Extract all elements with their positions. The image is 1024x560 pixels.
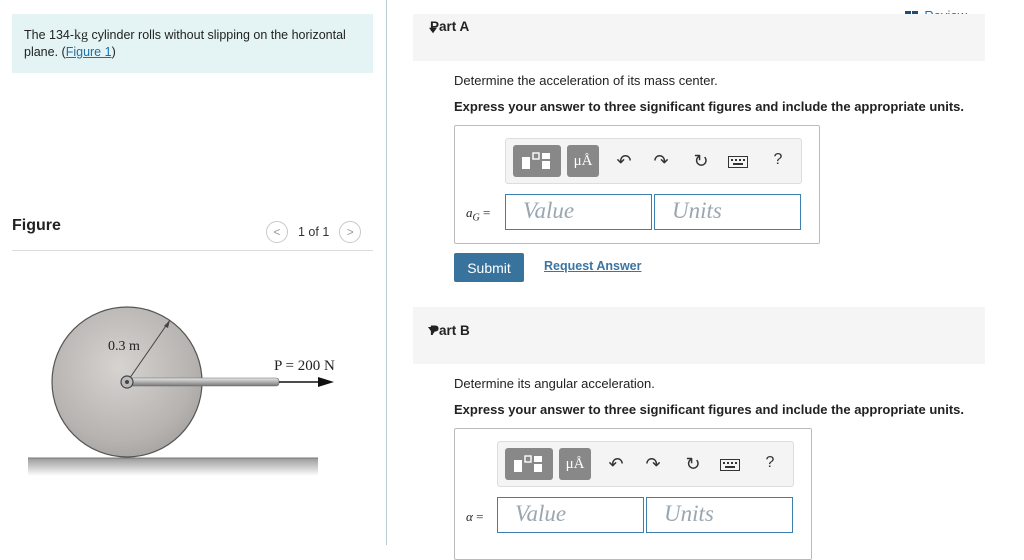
part-b-instruction: Express your answer to three significant… xyxy=(454,402,964,417)
reset-icon[interactable]: ↻ xyxy=(683,454,703,475)
submit-button[interactable]: Submit xyxy=(454,253,524,282)
undo-icon[interactable]: ↶ xyxy=(606,454,626,475)
figure-link[interactable]: Figure 1 xyxy=(66,45,112,59)
figure-heading: Figure xyxy=(12,217,61,234)
part-b-question: Determine its angular acceleration. xyxy=(454,376,655,391)
part-a-question: Determine the acceleration of its mass c… xyxy=(454,73,718,88)
part-b-variable: α = xyxy=(466,509,483,525)
force-label: P = 200 N xyxy=(274,358,335,374)
figure-divider xyxy=(12,250,373,251)
reset-icon[interactable]: ↻ xyxy=(691,151,711,172)
units-icon: μÅ xyxy=(565,455,585,472)
keyboard-icon[interactable] xyxy=(728,153,748,174)
part-b-title: Part B xyxy=(430,323,470,338)
part-b-header[interactable] xyxy=(413,307,985,364)
problem-text: The 134- xyxy=(24,28,75,42)
keyboard-icon[interactable] xyxy=(720,456,740,477)
units-icon: μÅ xyxy=(573,152,593,169)
part-a-answer-box: μÅ ↶ ↷ ↻ ? aG = Value Units xyxy=(454,125,820,244)
equals-sign: = xyxy=(482,205,491,220)
templates-icon xyxy=(522,152,550,169)
equals-sign: = xyxy=(476,509,484,524)
help-icon[interactable]: ? xyxy=(760,454,780,472)
templates-icon xyxy=(514,455,542,472)
figure-page-count: 1 of 1 xyxy=(298,225,330,239)
part-b-answer-box: μÅ ↶ ↷ ↻ ? α = Value Units xyxy=(454,428,812,560)
mass-unit: kg xyxy=(74,28,89,43)
part-a-variable: aG = xyxy=(466,205,490,224)
chevron-left-icon: < xyxy=(273,225,281,239)
redo-icon[interactable]: ↷ xyxy=(643,454,663,475)
var-alpha: α xyxy=(466,509,473,524)
problem-panel: The 134-kg cylinder rolls without slippi… xyxy=(0,0,386,545)
templates-button[interactable] xyxy=(505,448,553,480)
part-b-value-input[interactable]: Value xyxy=(497,497,644,533)
ground-plane xyxy=(28,458,318,476)
part-a-units-input[interactable]: Units xyxy=(654,194,801,230)
math-toolbar: μÅ ↶ ↷ ↻ ? xyxy=(497,441,794,487)
figure-pager: < 1 of 1 > xyxy=(266,220,362,244)
answer-panel: Review Part A Determine the acceleration… xyxy=(387,0,1024,560)
part-b-units-input[interactable]: Units xyxy=(646,497,793,533)
part-a-header[interactable] xyxy=(413,14,985,61)
templates-button[interactable] xyxy=(513,145,561,177)
part-a-instruction: Express your answer to three significant… xyxy=(454,99,964,114)
problem-text-end: ) xyxy=(111,45,116,59)
var-sub: G xyxy=(472,212,480,224)
cylinder-figure: 0.3 m P = 200 N xyxy=(28,306,335,476)
request-answer-link[interactable]: Request Answer xyxy=(544,259,641,273)
chevron-right-icon: > xyxy=(346,225,354,239)
problem-statement: The 134-kg cylinder rolls without slippi… xyxy=(12,14,373,73)
rod xyxy=(126,377,280,387)
redo-icon[interactable]: ↷ xyxy=(651,151,671,172)
radius-label: 0.3 m xyxy=(108,339,140,354)
prev-figure-button[interactable]: < xyxy=(266,221,288,243)
next-figure-button[interactable]: > xyxy=(339,221,362,243)
part-a-value-input[interactable]: Value xyxy=(505,194,652,230)
part-a-title: Part A xyxy=(430,19,470,34)
undo-icon[interactable]: ↶ xyxy=(614,151,634,172)
math-toolbar: μÅ ↶ ↷ ↻ ? xyxy=(505,138,802,184)
units-button[interactable]: μÅ xyxy=(567,145,599,177)
units-button[interactable]: μÅ xyxy=(559,448,591,480)
help-icon[interactable]: ? xyxy=(768,151,788,169)
